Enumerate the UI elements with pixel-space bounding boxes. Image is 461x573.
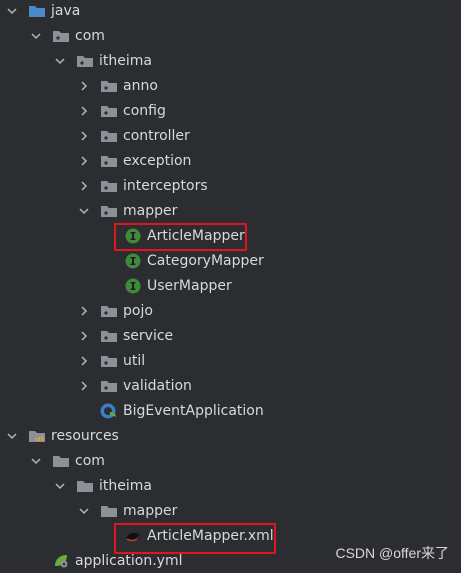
tree-item-itheima[interactable]: itheima — [0, 48, 461, 73]
tree-item-label: config — [123, 102, 166, 119]
tree-item-itheima[interactable]: itheima — [0, 473, 461, 498]
chevron-down-icon[interactable] — [76, 203, 92, 219]
package-icon — [100, 103, 118, 119]
tree-item-label: com — [75, 27, 105, 44]
tree-item-label: com — [75, 452, 105, 469]
folder-icon — [52, 453, 70, 469]
interface-icon — [124, 253, 142, 269]
tree-item-label: anno — [123, 77, 158, 94]
spring-yml-icon — [52, 553, 70, 569]
package-icon — [100, 153, 118, 169]
chevron-down-icon[interactable] — [4, 428, 20, 444]
chevron-right-icon[interactable] — [76, 378, 92, 394]
tree-item-util[interactable]: util — [0, 348, 461, 373]
resources-folder-icon — [28, 428, 46, 444]
package-icon — [100, 128, 118, 144]
interface-icon — [124, 228, 142, 244]
tree-item-label: mapper — [123, 202, 178, 219]
tree-item-config[interactable]: config — [0, 98, 461, 123]
folder-icon — [76, 478, 94, 494]
tree-item-label: java — [51, 2, 81, 19]
folder-icon — [100, 503, 118, 519]
tree-item-label: ArticleMapper — [147, 227, 245, 244]
mybatis-xml-icon — [124, 528, 142, 544]
tree-item-label: pojo — [123, 302, 153, 319]
tree-item-com[interactable]: com — [0, 448, 461, 473]
tree-item-label: controller — [123, 127, 190, 144]
chevron-right-icon[interactable] — [76, 303, 92, 319]
tree-item-mapper[interactable]: mapper — [0, 498, 461, 523]
tree-item-java[interactable]: java — [0, 0, 461, 23]
chevron-right-icon[interactable] — [76, 78, 92, 94]
tree-item-label: CategoryMapper — [147, 252, 264, 269]
chevron-right-icon[interactable] — [76, 153, 92, 169]
tree-item-anno[interactable]: anno — [0, 73, 461, 98]
package-icon — [100, 328, 118, 344]
spring-boot-class-icon — [100, 403, 118, 419]
tree-item-exception[interactable]: exception — [0, 148, 461, 173]
package-icon — [100, 303, 118, 319]
tree-item-articlemapper[interactable]: ArticleMapper — [0, 223, 461, 248]
interface-icon — [124, 278, 142, 294]
package-icon — [100, 203, 118, 219]
tree-item-mapper[interactable]: mapper — [0, 198, 461, 223]
chevron-down-icon[interactable] — [52, 478, 68, 494]
package-icon — [76, 53, 94, 69]
chevron-down-icon[interactable] — [52, 53, 68, 69]
tree-item-service[interactable]: service — [0, 323, 461, 348]
chevron-right-icon[interactable] — [76, 128, 92, 144]
chevron-right-icon[interactable] — [76, 353, 92, 369]
tree-item-label: util — [123, 352, 146, 369]
chevron-right-icon[interactable] — [76, 103, 92, 119]
tree-item-label: application.yml — [75, 552, 183, 569]
watermark: CSDN @offer来了 — [335, 545, 449, 561]
tree-item-validation[interactable]: validation — [0, 373, 461, 398]
tree-item-label: BigEventApplication — [123, 402, 264, 419]
tree-item-label: interceptors — [123, 177, 208, 194]
tree-item-label: service — [123, 327, 174, 344]
package-icon — [100, 178, 118, 194]
tree-item-com[interactable]: com — [0, 23, 461, 48]
tree-item-label: exception — [123, 152, 192, 169]
tree-item-categorymapper[interactable]: CategoryMapper — [0, 248, 461, 273]
tree-item-label: ArticleMapper.xml — [147, 527, 274, 544]
chevron-down-icon[interactable] — [28, 453, 44, 469]
chevron-down-icon[interactable] — [76, 503, 92, 519]
chevron-right-icon[interactable] — [76, 328, 92, 344]
tree-item-controller[interactable]: controller — [0, 123, 461, 148]
package-icon — [52, 28, 70, 44]
tree-item-label: mapper — [123, 502, 178, 519]
tree-item-resources[interactable]: resources — [0, 423, 461, 448]
tree-item-label: UserMapper — [147, 277, 232, 294]
package-icon — [100, 353, 118, 369]
tree-item-label: itheima — [99, 52, 152, 69]
tree-item-label: itheima — [99, 477, 152, 494]
chevron-down-icon[interactable] — [28, 28, 44, 44]
package-icon — [100, 378, 118, 394]
chevron-down-icon[interactable] — [4, 3, 20, 19]
project-tree: java com itheima anno config controller … — [0, 0, 461, 573]
chevron-right-icon[interactable] — [76, 178, 92, 194]
tree-item-interceptors[interactable]: interceptors — [0, 173, 461, 198]
tree-item-bigeventapplication[interactable]: BigEventApplication — [0, 398, 461, 423]
tree-item-pojo[interactable]: pojo — [0, 298, 461, 323]
tree-item-label: validation — [123, 377, 192, 394]
tree-item-label: resources — [51, 427, 119, 444]
package-icon — [100, 78, 118, 94]
source-folder-icon — [28, 3, 46, 19]
tree-item-usermapper[interactable]: UserMapper — [0, 273, 461, 298]
